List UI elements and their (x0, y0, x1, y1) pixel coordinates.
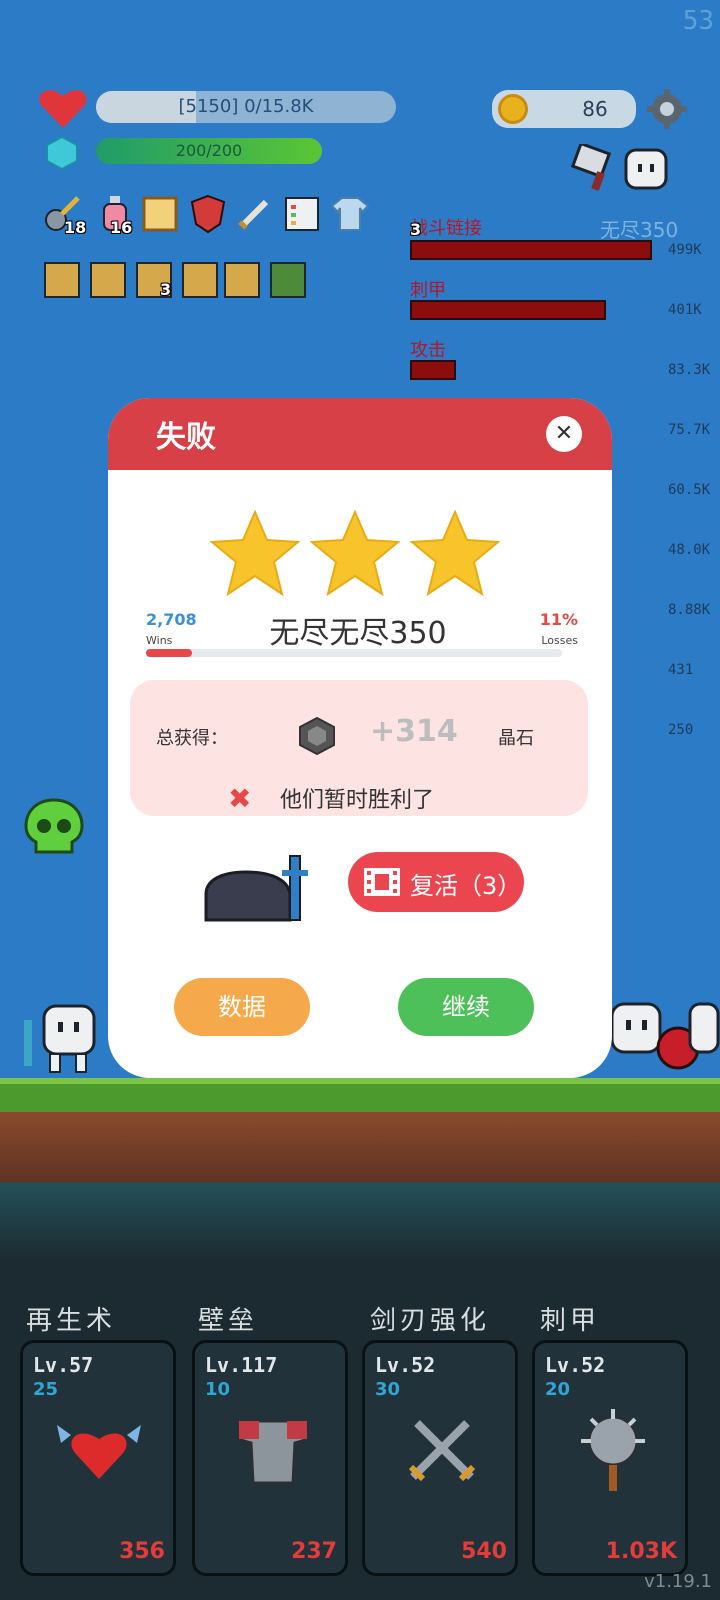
buff-row: 18 16 (42, 194, 382, 240)
mode-label: 无尽350 (600, 218, 679, 242)
skill-level: Lv.57 (33, 1353, 94, 1377)
spiked-mace-icon (581, 1409, 645, 1491)
data-button[interactable]: 数据 (174, 978, 310, 1036)
crossed-swords-icon (408, 1420, 476, 1482)
revive-label: 复活（3） (410, 872, 522, 900)
skill-sub-value: 25 (33, 1379, 59, 1400)
skull-icon (24, 798, 84, 854)
skill-card-regen[interactable]: Lv.57 25 356 (20, 1340, 176, 1576)
buff-count: 18 (64, 218, 87, 237)
loss-percent: 11% (539, 610, 578, 629)
damage-value: 431 (668, 662, 694, 678)
fallen-hero-icon (204, 855, 308, 922)
skill-sub-value: 20 (545, 1379, 571, 1400)
defeat-dialog: 失败 ✕ 2,708 Wins 无尽无尽350 11% Losses 总获得： … (108, 398, 612, 1078)
skill-cost: 237 (291, 1539, 337, 1564)
shield-buff-icon[interactable] (190, 194, 226, 234)
equipment-slot[interactable] (90, 262, 126, 298)
coin-count: 86 (582, 97, 608, 121)
enemy-group (606, 996, 720, 1076)
damage-value: 60.5K (668, 482, 711, 498)
damage-value: 250 (668, 722, 694, 738)
skill-name: 再生术 (26, 1306, 117, 1336)
hero-group (0, 1000, 110, 1076)
reward-unit: 晶石 (498, 728, 534, 749)
damage-value: 401K (668, 302, 702, 318)
skill-cost: 540 (461, 1539, 507, 1564)
skill-sub-value: 10 (205, 1379, 231, 1400)
video-icon (364, 868, 400, 896)
buff-count: 16 (110, 218, 133, 237)
equipment-row: 3 (44, 262, 314, 306)
status-message: 他们暂时胜利了 (280, 788, 435, 813)
reward-value: +314 (370, 714, 458, 749)
shirt-buff-icon[interactable] (330, 194, 370, 234)
heart-icon (39, 90, 87, 128)
version-label: v1.19.1 (644, 1571, 712, 1592)
star-icon (210, 510, 300, 596)
skill-cost: 356 (119, 1539, 165, 1564)
reward-label: 总获得： (156, 728, 228, 749)
sword-buff-icon[interactable] (234, 194, 274, 234)
equipment-slot[interactable] (44, 262, 80, 298)
fps-counter: 53 (682, 6, 714, 36)
equipment-slot[interactable] (270, 262, 306, 298)
skill-card-bulwark[interactable]: Lv.117 10 237 (192, 1340, 348, 1576)
damage-value: 48.0K (668, 542, 711, 558)
skill-name: 壁垒 (198, 1306, 259, 1336)
skill-sub-value: 30 (375, 1379, 401, 1400)
wins-count: 2,708 (146, 610, 197, 629)
ranking-label: 刺甲 (410, 280, 446, 301)
star-icon (310, 510, 400, 596)
dialog-title: 失败 (156, 420, 216, 455)
skill-card-blade-upgrade[interactable]: Lv.52 30 540 (362, 1340, 518, 1576)
damage-bar (410, 240, 652, 260)
skill-level: Lv.52 (545, 1353, 606, 1377)
damage-value: 8.88K (668, 602, 711, 618)
dirt-ground (0, 1112, 720, 1182)
skill-card-thorns[interactable]: Lv.52 20 1.03K (532, 1340, 688, 1576)
hp-text: [5150] 0/15.8K (178, 96, 314, 117)
loss-progress-fill (146, 649, 192, 657)
wins-label: Wins (146, 634, 173, 647)
mana-bar: 200/200 (96, 138, 322, 164)
skill-level: Lv.117 (205, 1353, 278, 1377)
ranking-badge: 3 (410, 220, 422, 239)
ranking-label: 攻击 (410, 340, 446, 361)
damage-bar (410, 300, 606, 320)
mode-name: 无尽无尽350 (269, 616, 447, 651)
gear-icon[interactable] (646, 88, 688, 130)
skill-panel-header (0, 1182, 720, 1262)
damage-value: 75.7K (668, 422, 711, 438)
loss-label: Losses (541, 634, 578, 647)
hp-bar: [5150] 0/15.8K (96, 91, 396, 123)
close-button[interactable]: ✕ (546, 416, 582, 452)
mana-text: 200/200 (175, 141, 243, 160)
skill-level: Lv.52 (375, 1353, 436, 1377)
fail-x-icon: ✖ (228, 782, 252, 815)
item-count: 3 (160, 280, 172, 299)
winged-heart-icon (57, 1425, 141, 1479)
equipment-slot[interactable] (182, 262, 218, 298)
skill-name: 刺甲 (540, 1306, 601, 1336)
skill-cost: 1.03K (605, 1539, 677, 1564)
ghost-avatar-icon (624, 148, 668, 190)
crystal-icon (46, 136, 78, 170)
grass-ground (0, 1078, 720, 1112)
coin-icon (498, 94, 528, 124)
armor-icon (235, 1419, 311, 1485)
damage-value: 499K (668, 242, 702, 258)
equipment-slot[interactable] (224, 262, 260, 298)
cleaver-icon (570, 144, 612, 191)
checklist-buff-icon[interactable] (282, 194, 322, 234)
crystal-gem-icon (299, 716, 335, 756)
skill-name: 剑刃强化 (370, 1306, 491, 1336)
damage-bar (410, 360, 456, 380)
damage-value: 83.3K (668, 362, 711, 378)
star-icon (410, 510, 500, 596)
win-loss-progress (146, 649, 562, 657)
scroll-buff-icon[interactable] (140, 194, 180, 234)
continue-button[interactable]: 继续 (398, 978, 534, 1036)
